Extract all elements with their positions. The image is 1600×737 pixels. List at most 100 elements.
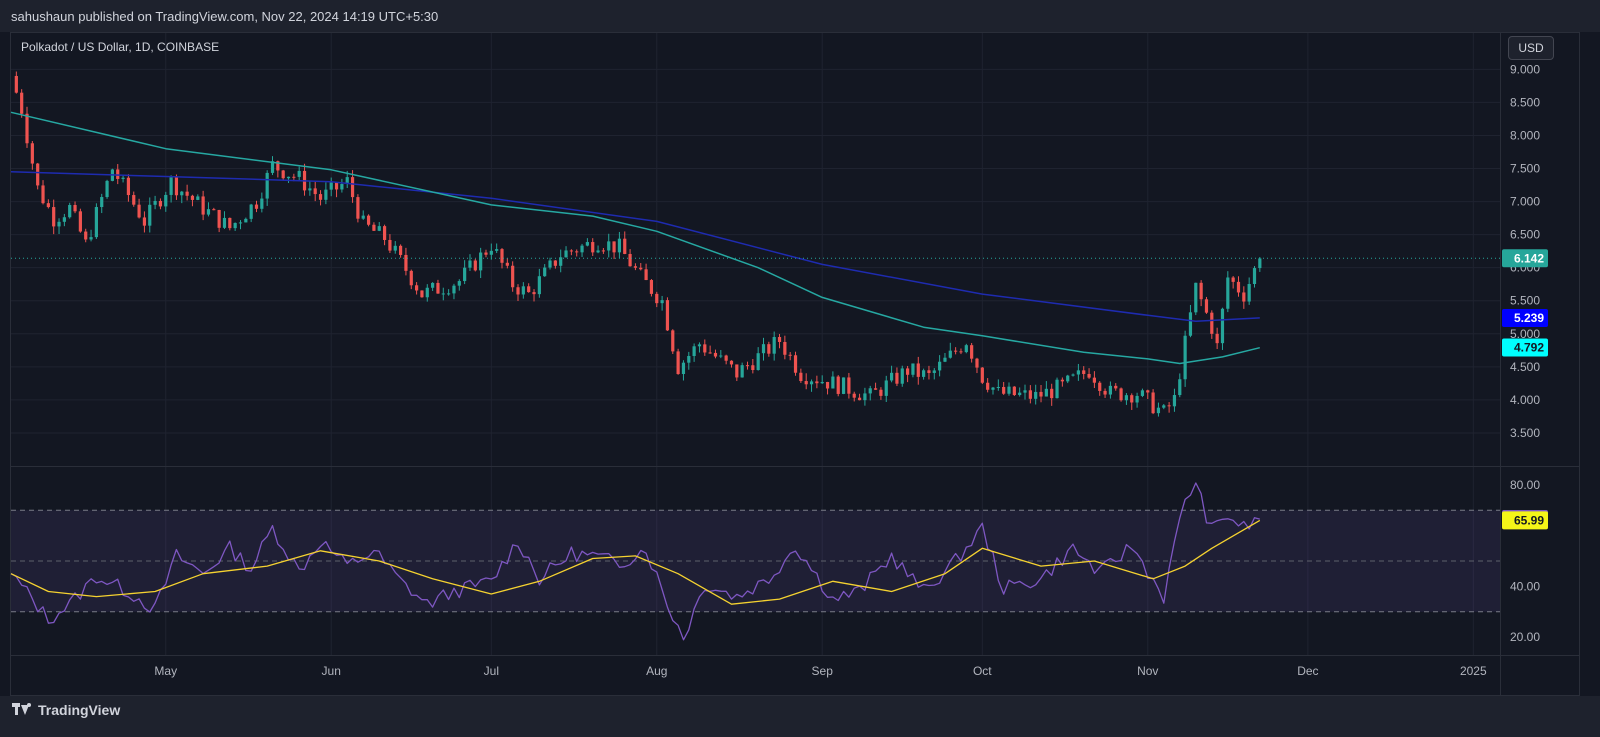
candle-body[interactable]: [62, 217, 66, 222]
candle-body[interactable]: [265, 172, 269, 199]
candle-body[interactable]: [500, 249, 504, 263]
candle-body[interactable]: [623, 238, 627, 254]
candle-body[interactable]: [297, 170, 301, 177]
candle-body[interactable]: [580, 245, 584, 253]
candle-body[interactable]: [1226, 277, 1230, 309]
candle-body[interactable]: [1183, 335, 1187, 380]
candle-body[interactable]: [457, 281, 461, 286]
candle-body[interactable]: [329, 182, 333, 190]
candle-body[interactable]: [1007, 386, 1011, 394]
candle-body[interactable]: [906, 368, 910, 375]
candle-body[interactable]: [639, 267, 643, 270]
candle-body[interactable]: [954, 350, 958, 352]
candle-body[interactable]: [703, 344, 707, 353]
candle-body[interactable]: [548, 260, 552, 268]
candle-body[interactable]: [286, 176, 291, 179]
candle-body[interactable]: [196, 196, 200, 200]
candle-body[interactable]: [772, 337, 776, 354]
currency-button[interactable]: USD: [1508, 36, 1554, 60]
candle-body[interactable]: [1114, 385, 1118, 389]
candle-body[interactable]: [1146, 390, 1150, 393]
candle-body[interactable]: [831, 376, 835, 389]
candle-body[interactable]: [116, 169, 120, 179]
candle-body[interactable]: [36, 163, 40, 186]
candle-body[interactable]: [1140, 390, 1145, 396]
candle-body[interactable]: [1258, 258, 1262, 269]
candle-body[interactable]: [249, 204, 253, 219]
candle-body[interactable]: [836, 376, 840, 394]
candle-body[interactable]: [1076, 370, 1080, 375]
candle-body[interactable]: [687, 356, 691, 363]
candle-body[interactable]: [78, 211, 82, 232]
candle-body[interactable]: [409, 270, 413, 286]
candle-body[interactable]: [425, 287, 429, 298]
candle-body[interactable]: [1151, 392, 1155, 414]
candle-body[interactable]: [607, 241, 611, 251]
candle-body[interactable]: [1135, 395, 1139, 403]
candle-body[interactable]: [164, 194, 168, 207]
candle-body[interactable]: [585, 242, 589, 246]
candle-body[interactable]: [975, 358, 979, 368]
candle-body[interactable]: [84, 231, 88, 240]
candle-body[interactable]: [398, 245, 403, 255]
candle-body[interactable]: [569, 250, 573, 252]
candle-body[interactable]: [484, 252, 488, 255]
candle-body[interactable]: [468, 260, 472, 268]
candle-body[interactable]: [740, 365, 744, 378]
candle-body[interactable]: [190, 195, 195, 200]
candle-body[interactable]: [505, 262, 509, 266]
candle-body[interactable]: [473, 260, 477, 271]
candle-body[interactable]: [25, 113, 29, 144]
candle-body[interactable]: [334, 182, 339, 190]
candle-body[interactable]: [655, 293, 659, 304]
candle-body[interactable]: [1204, 299, 1209, 313]
candle-body[interactable]: [591, 242, 595, 253]
candle-body[interactable]: [644, 269, 648, 281]
candle-body[interactable]: [697, 344, 702, 347]
candle-body[interactable]: [847, 377, 851, 394]
candle-body[interactable]: [350, 177, 355, 198]
candle-body[interactable]: [1119, 388, 1123, 401]
candle-body[interactable]: [420, 290, 424, 298]
candle-body[interactable]: [932, 370, 936, 373]
candle-body[interactable]: [57, 221, 61, 227]
candle-body[interactable]: [724, 355, 728, 361]
candle-body[interactable]: [393, 245, 397, 251]
candle-body[interactable]: [1092, 377, 1096, 383]
candle-body[interactable]: [169, 177, 173, 195]
candle-body[interactable]: [991, 387, 995, 390]
candle-body[interactable]: [1199, 282, 1203, 300]
candle-body[interactable]: [527, 286, 531, 293]
candle-body[interactable]: [1247, 284, 1251, 302]
candle-body[interactable]: [852, 393, 856, 398]
candle-body[interactable]: [121, 177, 125, 179]
candle-body[interactable]: [217, 209, 221, 228]
candle-body[interactable]: [180, 191, 184, 196]
candle-body[interactable]: [927, 370, 931, 373]
candle-body[interactable]: [281, 170, 285, 179]
candle-body[interactable]: [900, 368, 904, 384]
candle-body[interactable]: [884, 380, 888, 396]
candle-body[interactable]: [447, 293, 451, 295]
candle-body[interactable]: [1156, 407, 1161, 414]
candle-body[interactable]: [94, 207, 98, 238]
candle-body[interactable]: [959, 351, 963, 353]
candle-body[interactable]: [809, 381, 814, 385]
candle-body[interactable]: [889, 372, 894, 381]
candle-body[interactable]: [46, 203, 50, 208]
candle-body[interactable]: [964, 345, 968, 353]
candle-body[interactable]: [41, 185, 45, 204]
candle-body[interactable]: [1236, 281, 1241, 293]
candle-body[interactable]: [1172, 395, 1177, 407]
candle-body[interactable]: [73, 205, 77, 212]
candle-body[interactable]: [815, 381, 819, 384]
candle-body[interactable]: [1044, 388, 1048, 397]
candle-body[interactable]: [20, 92, 24, 114]
chart-canvas[interactable]: 9.0008.5008.0007.5007.0006.5006.0005.500…: [0, 0, 1600, 737]
candle-body[interactable]: [1060, 379, 1064, 382]
candle-body[interactable]: [1220, 308, 1225, 344]
candle-body[interactable]: [137, 204, 141, 218]
candle-body[interactable]: [260, 198, 264, 209]
candle-body[interactable]: [719, 355, 723, 357]
candle-body[interactable]: [185, 191, 189, 196]
